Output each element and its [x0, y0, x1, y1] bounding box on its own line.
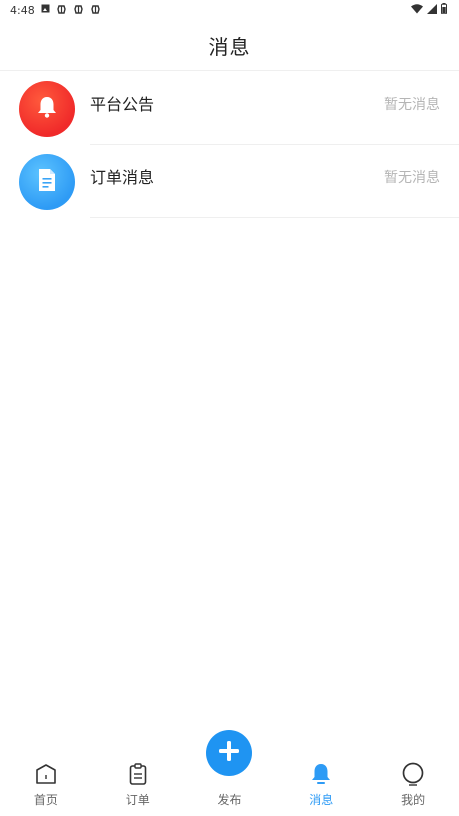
home-icon [34, 761, 58, 787]
nav-label-publish: 发布 [217, 793, 242, 807]
photo-icon [41, 4, 50, 16]
status-left: 4:48 [10, 4, 101, 17]
screen: 4:48 消息 平台公告 暂无消息 订单消息 暂无消息 首页 订单 发布 消息 … [0, 0, 459, 816]
nav-item-mine[interactable]: 我的 [367, 761, 459, 816]
wifi-icon [411, 3, 423, 17]
plus-icon [217, 739, 241, 767]
nav-item-orders[interactable]: 订单 [92, 761, 184, 816]
divider [90, 217, 459, 218]
order-avatar [19, 153, 75, 210]
page-title: 消息 [208, 34, 251, 59]
battery-icon [441, 3, 447, 17]
nav-label-messages: 消息 [309, 793, 334, 807]
announcement-avatar [19, 80, 75, 137]
bug-icon [73, 4, 84, 17]
list-item-order-messages[interactable]: 订单消息 暂无消息 [0, 145, 459, 218]
nav-label-mine: 我的 [401, 793, 426, 807]
nav-item-home[interactable]: 首页 [0, 761, 92, 816]
document-icon [35, 167, 59, 197]
clipboard-icon [127, 761, 149, 787]
nav-item-messages[interactable]: 消息 [275, 761, 367, 816]
list-item-platform-announcement[interactable]: 平台公告 暂无消息 [0, 72, 459, 145]
person-icon [400, 761, 426, 787]
message-status: 暂无消息 [384, 97, 440, 113]
bug-icon [90, 4, 101, 17]
nav-label-home: 首页 [33, 793, 58, 807]
message-list: 平台公告 暂无消息 订单消息 暂无消息 [0, 72, 459, 218]
publish-button[interactable] [206, 730, 252, 776]
status-bar: 4:48 [0, 0, 459, 20]
bug-icon [56, 4, 67, 17]
page-header: 消息 [0, 20, 459, 71]
bell-icon [308, 761, 334, 787]
nav-label-orders: 订单 [125, 793, 150, 807]
status-right [411, 3, 447, 17]
bottom-nav: 首页 订单 发布 消息 我的 [0, 730, 459, 816]
bell-icon [34, 94, 60, 124]
status-time: 4:48 [10, 3, 35, 17]
signal-icon [427, 3, 437, 17]
message-status: 暂无消息 [384, 170, 440, 186]
